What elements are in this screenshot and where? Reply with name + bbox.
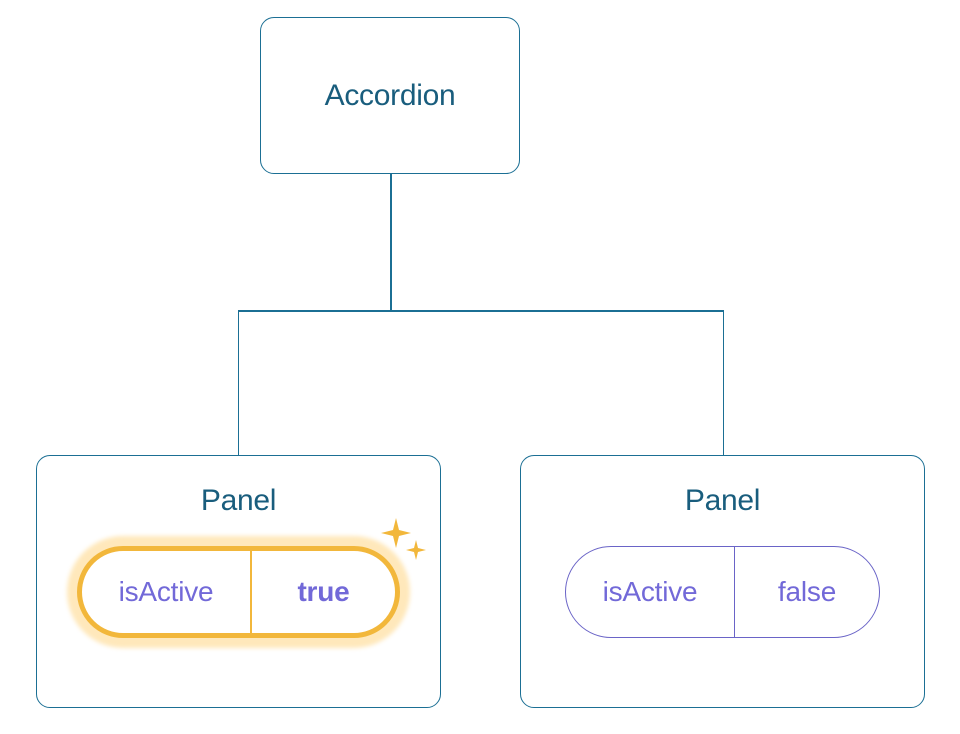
root-node-label: Accordion bbox=[325, 79, 456, 113]
panel-node-label: Panel bbox=[685, 484, 760, 518]
tree-connector bbox=[723, 310, 725, 455]
prop-value: false bbox=[734, 547, 879, 637]
root-node-accordion: Accordion bbox=[260, 17, 520, 174]
panel-node-right: Panel isActive false bbox=[520, 455, 925, 708]
tree-connector bbox=[238, 310, 240, 455]
prop-value: true bbox=[250, 551, 395, 633]
prop-pill-highlighted: isActive true bbox=[77, 546, 400, 638]
tree-connector bbox=[390, 174, 392, 311]
prop-name: isActive bbox=[82, 551, 250, 633]
tree-connector bbox=[238, 310, 724, 312]
prop-name: isActive bbox=[566, 547, 734, 637]
panel-node-left: Panel isActive true bbox=[36, 455, 441, 708]
panel-node-label: Panel bbox=[201, 484, 276, 518]
prop-pill: isActive false bbox=[565, 546, 880, 638]
